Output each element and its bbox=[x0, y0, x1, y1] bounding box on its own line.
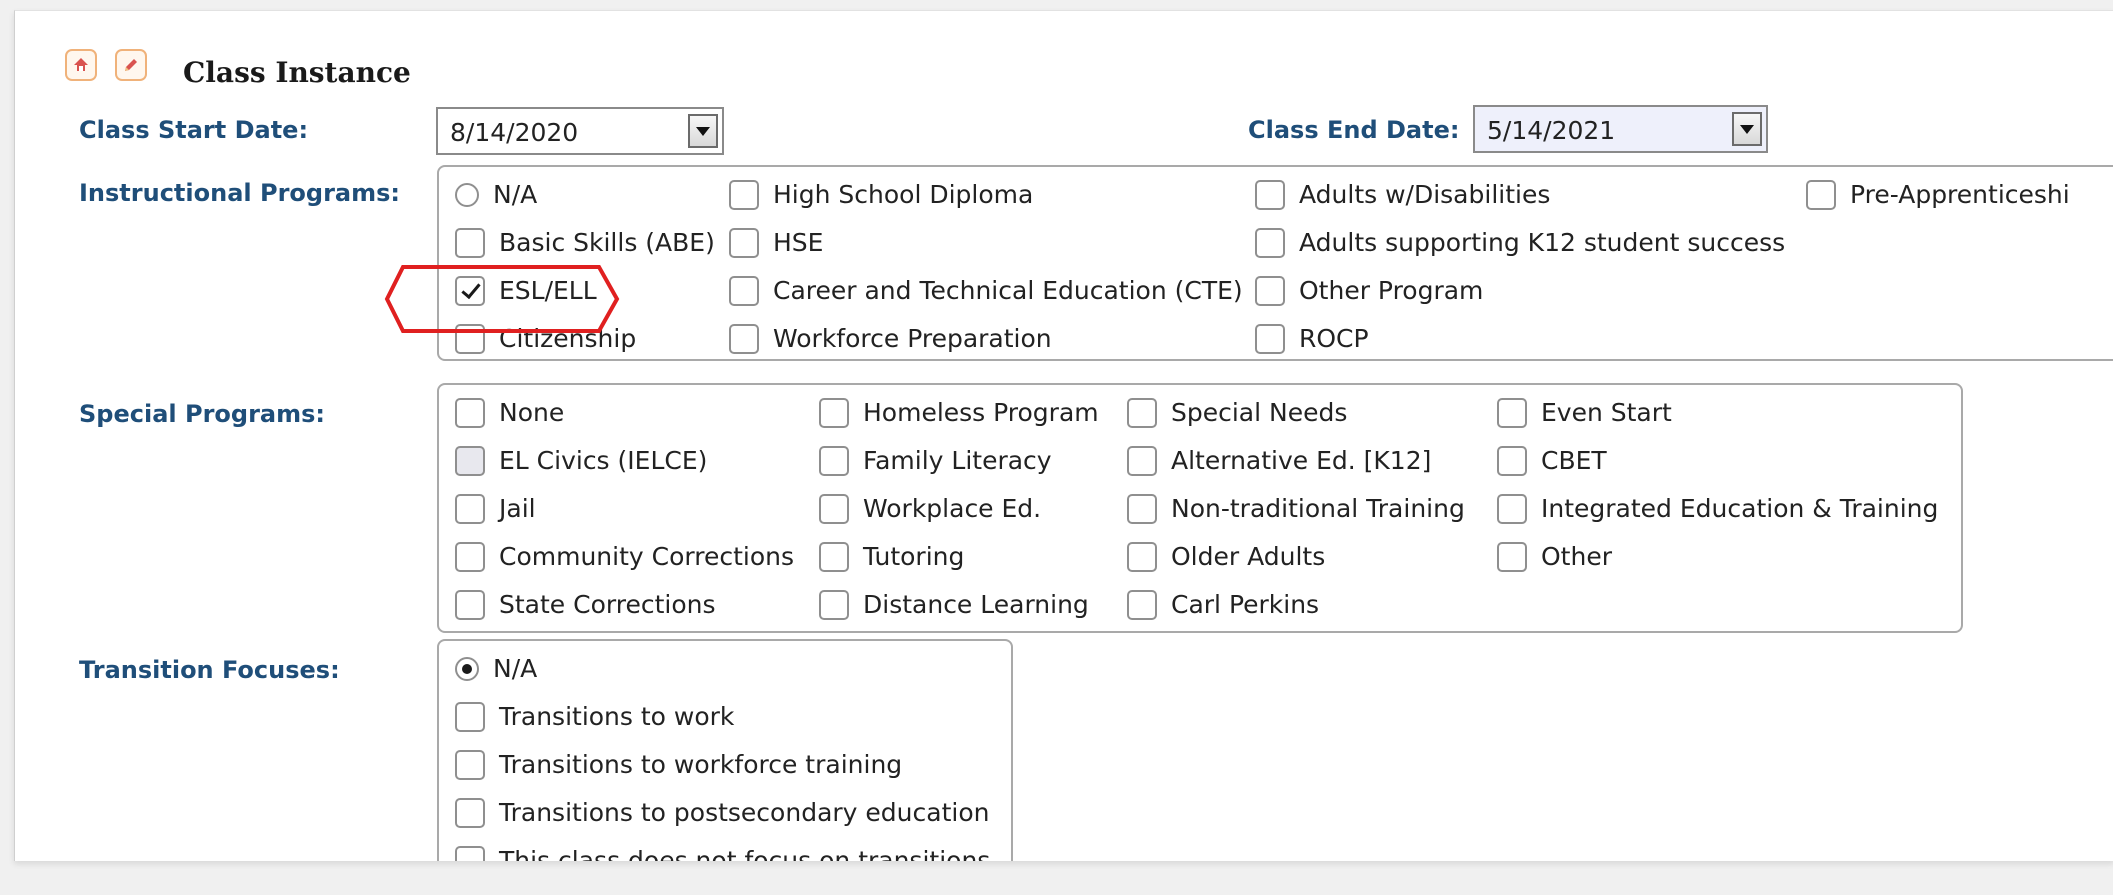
checkbox[interactable] bbox=[819, 494, 849, 524]
radio-button-selected[interactable] bbox=[455, 657, 479, 681]
checkbox[interactable] bbox=[455, 798, 485, 828]
chevron-down-icon[interactable] bbox=[688, 114, 718, 148]
checkbox[interactable] bbox=[455, 846, 485, 861]
checkbox[interactable] bbox=[819, 446, 849, 476]
checkbox[interactable] bbox=[819, 542, 849, 572]
checkbox[interactable] bbox=[1127, 446, 1157, 476]
checkbox[interactable] bbox=[1497, 446, 1527, 476]
class-end-date-label: Class End Date: bbox=[1248, 116, 1460, 144]
class-start-date-select[interactable]: 8/14/2020 bbox=[436, 107, 724, 155]
instructional-programs-label: Instructional Programs: bbox=[79, 179, 400, 207]
checkbox[interactable] bbox=[1127, 590, 1157, 620]
checkbox[interactable] bbox=[455, 590, 485, 620]
checkbox[interactable] bbox=[729, 276, 759, 306]
checkbox[interactable] bbox=[819, 398, 849, 428]
checkbox[interactable] bbox=[1497, 398, 1527, 428]
checkbox[interactable] bbox=[1255, 180, 1285, 210]
checkbox[interactable] bbox=[1127, 398, 1157, 428]
class-instance-panel: Class Instance Class Start Date: 8/14/20… bbox=[14, 10, 2113, 861]
checkbox[interactable] bbox=[1127, 542, 1157, 572]
checkbox[interactable] bbox=[729, 324, 759, 354]
checkbox[interactable] bbox=[455, 702, 485, 732]
transition-focuses-label: Transition Focuses: bbox=[79, 656, 340, 684]
class-start-date-value: 8/14/2020 bbox=[450, 118, 579, 147]
checkbox[interactable] bbox=[455, 542, 485, 572]
radio-button[interactable] bbox=[455, 183, 479, 207]
checkbox[interactable] bbox=[455, 494, 485, 524]
checkbox[interactable] bbox=[1497, 494, 1527, 524]
instructional-programs-group: N/A High School Diploma Adults w/Disabil… bbox=[437, 165, 2113, 361]
checkbox[interactable] bbox=[455, 398, 485, 428]
checkbox[interactable] bbox=[455, 750, 485, 780]
checkbox[interactable] bbox=[1255, 276, 1285, 306]
chevron-down-icon[interactable] bbox=[1732, 112, 1762, 146]
special-programs-label: Special Programs: bbox=[79, 400, 325, 428]
checkbox[interactable] bbox=[1497, 542, 1527, 572]
class-start-date-label: Class Start Date: bbox=[79, 116, 309, 144]
checkbox[interactable] bbox=[819, 590, 849, 620]
transition-focuses-group: N/A Transitions to work Transitions to w… bbox=[437, 639, 1013, 861]
edit-pencil-icon[interactable] bbox=[115, 49, 147, 81]
checkbox[interactable] bbox=[1255, 324, 1285, 354]
checkbox[interactable] bbox=[1806, 180, 1836, 210]
home-up-icon[interactable] bbox=[65, 49, 97, 81]
special-programs-group: None Homeless Program Special Needs Even… bbox=[437, 383, 1963, 633]
checkbox[interactable] bbox=[1255, 228, 1285, 258]
class-end-date-value: 5/14/2021 bbox=[1487, 116, 1616, 145]
esl-ell-highlight-outline bbox=[384, 265, 620, 333]
class-end-date-select[interactable]: 5/14/2021 bbox=[1473, 105, 1768, 153]
checkbox[interactable] bbox=[455, 446, 485, 476]
checkbox[interactable] bbox=[729, 228, 759, 258]
checkbox[interactable] bbox=[455, 228, 485, 258]
checkbox[interactable] bbox=[729, 180, 759, 210]
section-title: Class Instance bbox=[183, 56, 411, 89]
checkbox[interactable] bbox=[1127, 494, 1157, 524]
